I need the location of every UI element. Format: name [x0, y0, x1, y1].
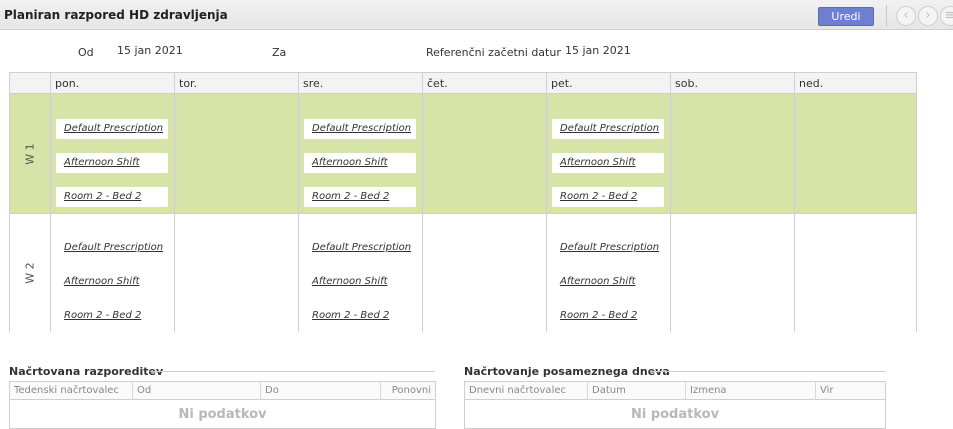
no-data-message: Ni podatkov — [178, 407, 267, 422]
room-bed-link[interactable]: Room 2 - Bed 2 — [56, 306, 168, 326]
column-divider — [422, 214, 423, 332]
column-daily-planner[interactable]: Dnevni načrtovalec — [465, 382, 587, 400]
title-bar: Planiran razpored HD zdravljenja Uredi ‹… — [0, 0, 953, 30]
week-label: W 2 — [23, 262, 37, 284]
room-bed-link[interactable]: Room 2 - Bed 2 — [304, 187, 416, 207]
column-divider — [422, 94, 423, 213]
room-bed-link[interactable]: Room 2 - Bed 2 — [552, 306, 664, 326]
to-date-field[interactable] — [312, 40, 400, 62]
column-divider — [546, 214, 547, 332]
week-label: W 1 — [23, 142, 37, 165]
week-row-1: W 1 Default Prescription Afternoon Shift… — [10, 94, 916, 214]
day-header-row: pon. tor. sre. čet. pet. sob. ned. — [10, 73, 916, 94]
shift-link[interactable]: Afternoon Shift — [56, 272, 168, 292]
edit-button[interactable]: Uredi — [818, 7, 874, 26]
column-source[interactable]: Vir — [815, 382, 885, 400]
column-weekly-planner[interactable]: Tedenski načrtovalec — [10, 382, 132, 400]
day-header-thu: čet. — [422, 73, 546, 94]
day-header-mon: pon. — [50, 73, 174, 94]
column-to[interactable]: Do — [260, 382, 380, 400]
column-divider — [794, 214, 795, 332]
table-header: Tedenski načrtovalec Od Do Ponovni — [10, 382, 435, 400]
column-date[interactable]: Datum — [587, 382, 685, 400]
column-divider — [298, 94, 299, 213]
to-label: Za — [272, 46, 287, 59]
single-day-planning-title: Načrtovanje posameznega dneva — [464, 365, 670, 378]
column-divider — [174, 214, 175, 332]
prescription-link[interactable]: Default Prescription — [552, 119, 664, 139]
day-header-tue: tor. — [174, 73, 298, 94]
column-divider — [794, 94, 795, 213]
week-row-2: W 2 Default Prescription Afternoon Shift… — [10, 214, 916, 332]
column-shift[interactable]: Izmena — [685, 382, 815, 400]
previous-icon[interactable]: ‹ — [896, 6, 916, 26]
shift-link[interactable]: Afternoon Shift — [552, 272, 664, 292]
day-header-fri: pet. — [546, 73, 670, 94]
prescription-link[interactable]: Default Prescription — [304, 119, 416, 139]
planned-schedule-title: Načrtovana razporeditev — [9, 365, 164, 378]
column-repeat[interactable]: Ponovni — [380, 382, 435, 400]
column-divider — [670, 94, 671, 213]
room-bed-link[interactable]: Room 2 - Bed 2 — [56, 187, 168, 207]
prescription-link[interactable]: Default Prescription — [304, 238, 416, 258]
shift-link[interactable]: Afternoon Shift — [304, 153, 416, 173]
section-divider — [150, 371, 435, 372]
shift-link[interactable]: Afternoon Shift — [56, 153, 168, 173]
column-divider — [298, 214, 299, 332]
day-header-sat: sob. — [670, 73, 794, 94]
prescription-link[interactable]: Default Prescription — [56, 119, 168, 139]
weekly-schedule-grid: pon. tor. sre. čet. pet. sob. ned. W 1 D… — [9, 72, 917, 332]
column-divider — [174, 94, 175, 213]
column-divider — [546, 94, 547, 213]
column-divider — [50, 214, 51, 332]
page-title: Planiran razpored HD zdravljenja — [4, 8, 228, 22]
reference-start-date-label: Referenčni začetni datum — [426, 46, 568, 59]
no-data-message: Ni podatkov — [630, 407, 720, 422]
shift-link[interactable]: Afternoon Shift — [552, 153, 664, 173]
day-header-sun: ned. — [794, 73, 916, 94]
toolbar-divider — [886, 5, 887, 27]
room-bed-link[interactable]: Room 2 - Bed 2 — [304, 306, 416, 326]
shift-link[interactable]: Afternoon Shift — [304, 272, 416, 292]
from-date-field[interactable]: 15 jan 2021 — [113, 40, 201, 62]
prescription-link[interactable]: Default Prescription — [56, 238, 168, 258]
planned-schedule-table: Tedenski načrtovalec Od Do Ponovni Ni po… — [9, 381, 436, 429]
section-divider — [650, 371, 886, 372]
column-from[interactable]: Od — [132, 382, 260, 400]
table-header: Dnevni načrtovalec Datum Izmena Vir — [465, 382, 885, 400]
prescription-link[interactable]: Default Prescription — [552, 238, 664, 258]
column-divider — [670, 214, 671, 332]
day-header-wed: sre. — [298, 73, 422, 94]
next-icon[interactable]: › — [918, 6, 938, 26]
column-divider — [50, 94, 51, 213]
from-label: Od — [78, 46, 94, 59]
menu-icon[interactable]: ≡ — [940, 6, 953, 26]
single-day-planning-table: Dnevni načrtovalec Datum Izmena Vir Ni p… — [464, 381, 886, 429]
reference-start-date-field[interactable]: 15 jan 2021 — [561, 40, 651, 62]
room-bed-link[interactable]: Room 2 - Bed 2 — [552, 187, 664, 207]
